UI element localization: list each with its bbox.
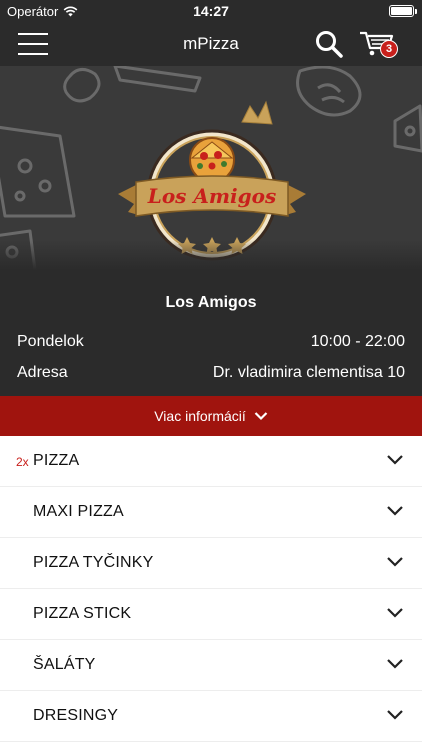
address-label: Adresa (17, 364, 68, 381)
category-item-pizza-tycinky[interactable]: PIZZA TYČINKY (0, 538, 422, 589)
navigation-bar: mPizza 3 (0, 22, 422, 66)
status-bar: Operátor 14:27 (0, 0, 422, 22)
chevron-down-icon (387, 608, 403, 618)
los-amigos-logo: Los Amigos (118, 100, 306, 261)
category-label: DRESINGY (33, 707, 119, 724)
category-item-salaty[interactable]: ŠALÁTY (0, 640, 422, 691)
category-label: PIZZA STICK (33, 605, 132, 622)
category-list: 2x PIZZA MAXI PIZZA PIZZA TYČINKY PIZZA … (0, 436, 422, 742)
chevron-down-icon (387, 557, 403, 567)
category-label: PIZZA TYČINKY (33, 554, 154, 571)
search-button[interactable] (314, 29, 344, 59)
battery-icon (389, 5, 417, 17)
search-icon (316, 31, 343, 58)
chevron-down-icon (387, 710, 403, 720)
address-row: Adresa Dr. vladimira clementisa 10 (17, 364, 405, 382)
restaurant-name: Los Amigos (165, 294, 257, 311)
day-label: Pondelok (17, 333, 84, 350)
chevron-down-icon (387, 455, 403, 465)
restaurant-info: Los Amigos Pondelok 10:00 - 22:00 Adresa… (0, 270, 422, 396)
opening-hours-row: Pondelok 10:00 - 22:00 (17, 333, 405, 351)
opening-hours: 10:00 - 22:00 (310, 333, 405, 350)
more-info-label: Viac informácií (154, 408, 246, 424)
category-item-maxi-pizza[interactable]: MAXI PIZZA (0, 487, 422, 538)
category-label: PIZZA (33, 452, 80, 469)
cart-count-badge: 3 (380, 40, 398, 58)
more-info-button[interactable]: Viac informácií (0, 396, 422, 436)
logo-text: Los Amigos (147, 184, 277, 208)
category-quantity: 2x (16, 455, 29, 469)
category-label: MAXI PIZZA (33, 503, 124, 520)
category-item-pizza-stick[interactable]: PIZZA STICK (0, 589, 422, 640)
category-label: ŠALÁTY (33, 656, 96, 673)
category-item-dresingy[interactable]: DRESINGY (0, 691, 422, 742)
address-value: Dr. vladimira clementisa 10 (212, 364, 405, 381)
chevron-down-icon (387, 659, 403, 669)
category-item-pizza[interactable]: 2x PIZZA (0, 436, 422, 487)
chevron-down-icon (387, 506, 403, 516)
cart-button[interactable]: 3 (358, 28, 402, 62)
restaurant-banner: Los Amigos (0, 66, 422, 270)
chevron-down-icon (254, 412, 268, 421)
status-time: 14:27 (193, 3, 229, 19)
